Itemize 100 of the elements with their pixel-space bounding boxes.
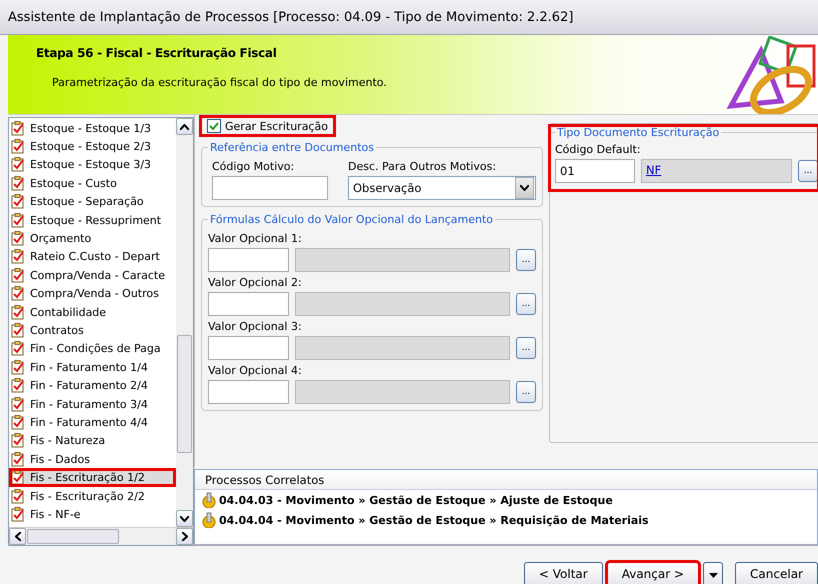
- group-title: Tipo Documento Escrituração: [556, 126, 720, 139]
- wizard-button[interactable]: Cancelar: [735, 562, 818, 584]
- step-label: Estoque - Ressupriment: [30, 214, 162, 227]
- checklist-icon: [11, 139, 25, 154]
- step-item[interactable]: Estoque - Ressupriment: [9, 210, 176, 230]
- step-label: Compra/Venda - Outros: [30, 287, 159, 300]
- formula-code-field[interactable]: [208, 336, 289, 360]
- checkmark-icon: [209, 122, 219, 130]
- checklist-icon: [11, 396, 25, 412]
- scrollbar[interactable]: [176, 118, 193, 527]
- checklist-icon: [11, 360, 25, 375]
- step-description: Parametrização da escrituração fiscal do tipo de movimento.: [51, 76, 388, 89]
- formula-code-field[interactable]: [208, 248, 289, 272]
- step-item[interactable]: Fis - Escrituração 2/2: [9, 486, 176, 506]
- checklist-icon: [11, 470, 25, 486]
- step-label: Estoque - Estoque 1/3: [30, 122, 152, 135]
- step-item[interactable]: Estoque - Estoque 3/3: [9, 156, 176, 174]
- step-label: Estoque - Separação: [30, 195, 144, 208]
- step-label: Fin - Condições de Paga: [30, 342, 161, 356]
- step-item[interactable]: Orçamento: [9, 229, 176, 248]
- formula-code-field[interactable]: [208, 380, 289, 404]
- browse-button[interactable]: ...: [516, 337, 536, 359]
- step-title: Etapa 56 - Fiscal - Escrituração Fiscal: [36, 46, 278, 60]
- step-item[interactable]: Estoque - Separação: [9, 192, 176, 211]
- step-label: Fis - Escrituração 1/2: [30, 471, 145, 484]
- gerar-checkbox[interactable]: Gerar Escrituração: [201, 117, 334, 135]
- step-label: Fin - Faturamento 4/4: [30, 416, 148, 429]
- step-item[interactable]: Fis - Natureza: [9, 432, 176, 450]
- step-label: Fis - Dados: [30, 452, 90, 466]
- browse-button[interactable]: ...: [798, 160, 818, 182]
- scroll-up-icon[interactable]: [176, 118, 193, 135]
- checklist-icon: [11, 231, 25, 246]
- formula-code-field[interactable]: [208, 292, 289, 316]
- browse-button[interactable]: ...: [516, 381, 536, 403]
- related-process[interactable]: 04.04.03 - Movimento » Gestão de Estoque » Ajuste de Estoque: [219, 494, 613, 506]
- window-title: Assistente de Implantação de Processos [Processo: 04.09 - Tipo de Movimento: 2.2.62]: [0, 0, 818, 35]
- step-label: Fis - Natureza: [30, 434, 106, 448]
- field-label: Desc. Para Outros Motivos:: [348, 160, 498, 173]
- checklist-icon: [11, 176, 25, 191]
- checklist-icon: [11, 157, 25, 172]
- field-label: Valor Opcional 1:: [208, 232, 303, 245]
- codigo-motivo-field[interactable]: [212, 176, 328, 200]
- step-item[interactable]: Estoque - Estoque 2/3: [9, 137, 176, 156]
- browse-button[interactable]: ...: [516, 293, 536, 315]
- step-item[interactable]: Estoque - Estoque 1/3: [9, 119, 176, 138]
- step-label: Compra/Venda - Caracte: [30, 268, 165, 282]
- checklist-icon: [11, 120, 25, 136]
- browse-button[interactable]: ...: [516, 249, 536, 271]
- gear-cylinder-icon: [201, 492, 217, 508]
- checklist-icon: [11, 322, 25, 338]
- step-item[interactable]: Rateio C.Custo - Depart: [9, 248, 176, 266]
- step-label: Fin - Faturamento 3/4: [30, 398, 148, 411]
- step-label: Estoque - Estoque 2/3: [30, 140, 152, 154]
- checklist-icon: [11, 452, 25, 467]
- checklist-icon: [11, 212, 25, 228]
- checklist-icon: [11, 506, 25, 522]
- checklist-icon: [11, 286, 25, 302]
- step-item[interactable]: Compra/Venda - Caracte: [9, 266, 176, 285]
- document-type-link[interactable]: NF: [646, 163, 662, 177]
- step-item[interactable]: Fis - Dados: [9, 450, 176, 468]
- checklist-icon: [11, 433, 25, 448]
- group-title: Referência entre Documentos: [209, 141, 375, 154]
- step-label: Fis - NF-e: [30, 508, 81, 521]
- step-item[interactable]: Fin - Faturamento 4/4: [9, 413, 176, 432]
- checklist-icon: [11, 304, 25, 320]
- step-label: Fis - Escrituração 2/2: [30, 490, 145, 502]
- step-item[interactable]: Contratos: [9, 321, 176, 340]
- checklist-icon: [11, 341, 25, 356]
- dropdown-caret-icon[interactable]: [515, 177, 534, 199]
- step-item[interactable]: Fin - Faturamento 1/4: [9, 358, 176, 376]
- step-label: Contratos: [30, 324, 84, 337]
- horizontal-scrollbar[interactable]: [9, 527, 193, 545]
- checklist-icon: [11, 194, 25, 210]
- step-item[interactable]: Fin - Faturamento 3/4: [9, 394, 176, 414]
- related-process[interactable]: 04.04.04 - Movimento » Gestão de Estoque » Requisição de Materiais: [219, 514, 649, 526]
- step-item[interactable]: Fis - NF-e: [9, 505, 176, 524]
- checklist-icon: [11, 414, 25, 430]
- group-title: Fórmulas Cálculo do Valor Opcional do Lançamento: [209, 213, 494, 226]
- step-label: Rateio C.Custo - Depart: [30, 250, 160, 264]
- scroll-down-icon[interactable]: [176, 510, 193, 527]
- step-item[interactable]: Contabilidade: [9, 302, 176, 322]
- step-label: Estoque - Estoque 3/3: [30, 158, 152, 172]
- field-label: Valor Opcional 2:: [208, 276, 303, 289]
- step-label: Fin - Faturamento 1/4: [30, 360, 148, 374]
- scroll-right-icon[interactable]: [182, 532, 188, 541]
- wizard-button[interactable]: < Voltar: [524, 562, 603, 584]
- step-item[interactable]: Fin - Faturamento 2/4: [9, 376, 176, 395]
- checklist-icon: [11, 249, 25, 264]
- wizard-button[interactable]: Avançar >: [606, 562, 700, 584]
- step-item[interactable]: Estoque - Custo: [9, 174, 176, 193]
- step-item[interactable]: Fis - Escrituração 1/2: [9, 468, 176, 487]
- step-label: Fin - Faturamento 2/4: [30, 379, 148, 392]
- motivo-dropdown[interactable]: Observação: [348, 176, 536, 200]
- scroll-left-icon[interactable]: [14, 532, 20, 541]
- field-label: Valor Opcional 3:: [208, 320, 303, 333]
- dropdown-button[interactable]: [703, 562, 724, 584]
- step-item[interactable]: Fin - Condições de Paga: [9, 340, 176, 358]
- field-label: Valor Opcional 4:: [208, 364, 303, 377]
- step-item[interactable]: Compra/Venda - Outros: [9, 284, 176, 303]
- codigo-default-field[interactable]: 01: [555, 159, 635, 183]
